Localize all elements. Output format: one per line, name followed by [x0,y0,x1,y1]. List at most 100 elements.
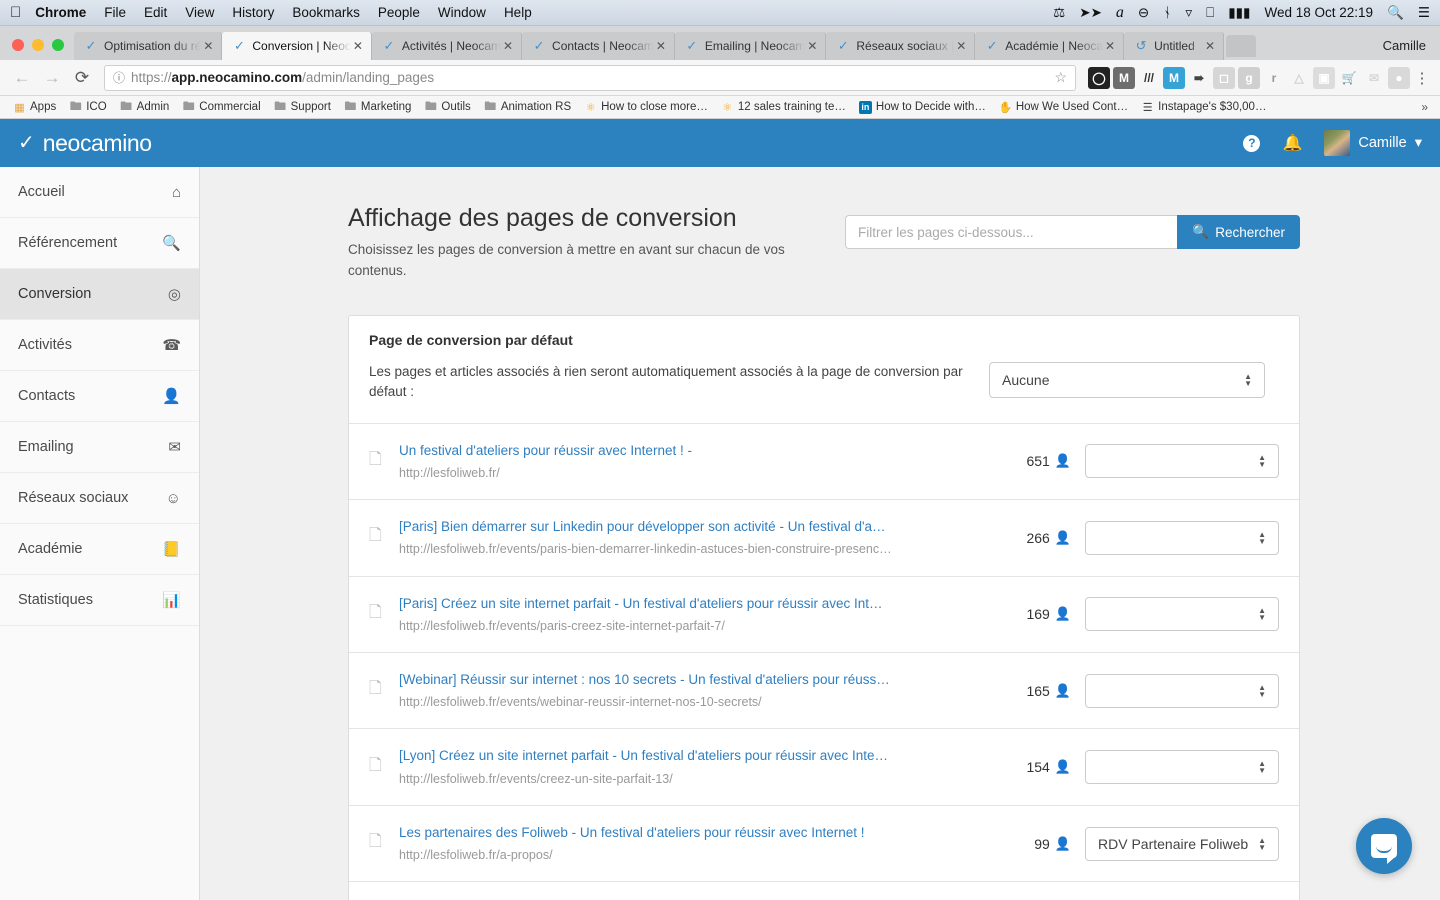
mention-extension-icon[interactable]: M [1163,67,1185,89]
tab-close-icon[interactable]: ✕ [351,39,365,53]
reload-button[interactable]: ⟳ [68,64,96,92]
browser-tab[interactable]: ✓ Emailing | Neocam ✕ [675,32,827,60]
drive-extension-icon[interactable]: △ [1288,67,1310,89]
menu-bookmarks[interactable]: Bookmarks [292,5,360,20]
menu-help[interactable]: Help [504,5,532,20]
notification-center-icon[interactable]: ☰ [1418,6,1430,20]
forward-button[interactable]: → [38,64,66,92]
shield-extension-icon[interactable]: ● [1388,67,1410,89]
slashes-extension-icon[interactable]: /// [1138,67,1160,89]
wifi-icon[interactable]: ▿ [1185,6,1192,20]
tab-close-icon[interactable]: ✕ [501,39,515,53]
bookmark-support[interactable]: 🖿 Support [269,99,336,116]
user-menu[interactable]: Camille ▾ [1324,130,1422,156]
bookmark-admin[interactable]: 🖿 Admin [115,99,175,116]
transmit-icon[interactable]: ➤➤ [1079,6,1102,20]
tab-close-icon[interactable]: ✕ [954,39,968,53]
bookmarks-overflow-icon[interactable]: » [1421,100,1432,114]
cart-extension-icon[interactable]: 🛒 [1338,67,1360,89]
sidebar-item-statistiques[interactable]: Statistiques 📊 [0,575,199,626]
tab-close-icon[interactable]: ✕ [201,39,215,53]
row-conversion-select[interactable]: ▲▼ [1085,674,1279,708]
battery-icon[interactable]: ▮▮▮ [1228,6,1250,20]
search-input[interactable] [845,215,1177,249]
menu-file[interactable]: File [104,5,126,20]
page-title-link[interactable]: Un festival d'ateliers pour réussir avec… [399,442,997,460]
owl-extension-icon[interactable]: ◯ [1088,67,1110,89]
sidebar-item-conversion[interactable]: Conversion ◎ [0,269,199,320]
default-conversion-select[interactable]: Aucune ▲▼ [989,362,1265,398]
maximize-window-button[interactable] [52,39,64,51]
bell-icon[interactable]: 🔔 [1282,133,1302,153]
bookmark-how-to-decide[interactable]: in How to Decide with… [854,99,991,116]
row-conversion-select[interactable]: ▲▼ [1085,521,1279,555]
sidebar-item-reseaux-sociaux[interactable]: Réseaux sociaux ☺ [0,473,199,524]
page-info-icon[interactable]: ⓘ [113,69,125,86]
back-button[interactable]: ← [8,64,36,92]
page-title-link[interactable]: [Lyon] Créez un site internet parfait - … [399,747,997,765]
browser-tab[interactable]: ✓ Académie | Neoca ✕ [975,32,1124,60]
chat-extension-icon[interactable]: ◻ [1213,67,1235,89]
intercom-launcher-button[interactable] [1356,818,1412,874]
bookmark-outils[interactable]: 🖿 Outils [419,99,475,116]
alfred-icon[interactable]: a [1116,5,1124,21]
bookmark-how-to-close[interactable]: ⚛ How to close more… [579,99,713,116]
dropbox-icon[interactable]: ⚖ [1053,6,1065,20]
bookmark-apps[interactable]: ▦ Apps [8,99,61,116]
screenshot-extension-icon[interactable]: ▣ [1313,67,1335,89]
browser-tab-active[interactable]: ✓ Conversion | Neoc ✕ [222,32,372,60]
google-extension-icon[interactable]: g [1238,67,1260,89]
bookmark-animation-rs[interactable]: 🖿 Animation RS [479,99,576,116]
mailtrack-extension-icon[interactable]: M [1113,67,1135,89]
runner-extension-icon[interactable]: ➠ [1188,67,1210,89]
row-conversion-select[interactable]: ▲▼ [1085,597,1279,631]
address-bar[interactable]: ⓘ https:// app.neocamino.com /admin/land… [104,65,1076,91]
tab-close-icon[interactable]: ✕ [1103,39,1117,53]
close-window-button[interactable] [12,39,24,51]
bookmark-ico[interactable]: 🖿 ICO [64,99,111,116]
menu-history[interactable]: History [232,5,274,20]
menu-chrome[interactable]: Chrome [35,5,86,20]
browser-tab[interactable]: ✓ Contacts | Neocam ✕ [522,32,675,60]
tab-close-icon[interactable]: ✕ [1203,39,1217,53]
row-conversion-select[interactable]: ▲▼ [1085,444,1279,478]
row-conversion-select[interactable]: RDV Partenaire Foliweb ▲▼ [1085,827,1279,861]
help-icon[interactable]: ? [1243,135,1260,152]
browser-tab[interactable]: ✓ Optimisation du ré ✕ [74,32,222,60]
apple-logo-icon[interactable]:  [10,5,21,20]
do-not-disturb-icon[interactable]: ⊖ [1138,6,1149,20]
menu-people[interactable]: People [378,5,420,20]
sidebar-item-referencement[interactable]: Référencement 🔍 [0,218,199,269]
browser-tab[interactable]: ↺ Untitled ✕ [1124,32,1224,60]
browser-tab[interactable]: ✓ Activités | Neocam ✕ [372,32,522,60]
page-title-link[interactable]: Les partenaires des Foliweb - Un festiva… [399,824,997,842]
row-conversion-select[interactable]: ▲▼ [1085,750,1279,784]
menu-window[interactable]: Window [438,5,486,20]
page-title-link[interactable]: [Paris] Créez un site internet parfait -… [399,595,997,613]
airplay-icon[interactable]: ⎕ [1206,6,1214,20]
chrome-menu-icon[interactable]: ⋮ [1412,69,1432,87]
spotlight-search-icon[interactable]: 🔍 [1387,6,1404,20]
bookmark-how-we-used[interactable]: ✋ How We Used Cont… [994,99,1133,116]
bookmark-sales-training[interactable]: ⚛ 12 sales training te… [716,99,851,116]
tab-close-icon[interactable]: ✕ [654,39,668,53]
app-logo[interactable]: ✓ neocamino [18,130,152,157]
page-title-link[interactable]: [Webinar] Réussir sur internet : nos 10 … [399,671,997,689]
menu-view[interactable]: View [185,5,214,20]
sidebar-item-academie[interactable]: Académie 📒 [0,524,199,575]
bluetooth-icon[interactable]: ᛀ [1163,6,1171,20]
search-button[interactable]: 🔍 Rechercher [1177,215,1300,249]
bookmark-instapage[interactable]: ☰ Instapage's $30,00… [1136,99,1271,116]
bookmark-marketing[interactable]: 🖿 Marketing [339,99,417,116]
sidebar-item-emailing[interactable]: Emailing ✉ [0,422,199,473]
mail-extension-icon[interactable]: ✉ [1363,67,1385,89]
minimize-window-button[interactable] [32,39,44,51]
bookmark-commercial[interactable]: 🖿 Commercial [177,99,265,116]
new-tab-button[interactable] [1226,35,1256,57]
menu-edit[interactable]: Edit [144,5,167,20]
page-title-link[interactable]: [Paris] Bien démarrer sur Linkedin pour … [399,518,997,536]
browser-profile-name[interactable]: Camille [1373,38,1440,60]
browser-tab[interactable]: ✓ Réseaux sociaux | ✕ [826,32,975,60]
tab-close-icon[interactable]: ✕ [805,39,819,53]
sidebar-item-accueil[interactable]: Accueil ⌂ [0,167,199,218]
